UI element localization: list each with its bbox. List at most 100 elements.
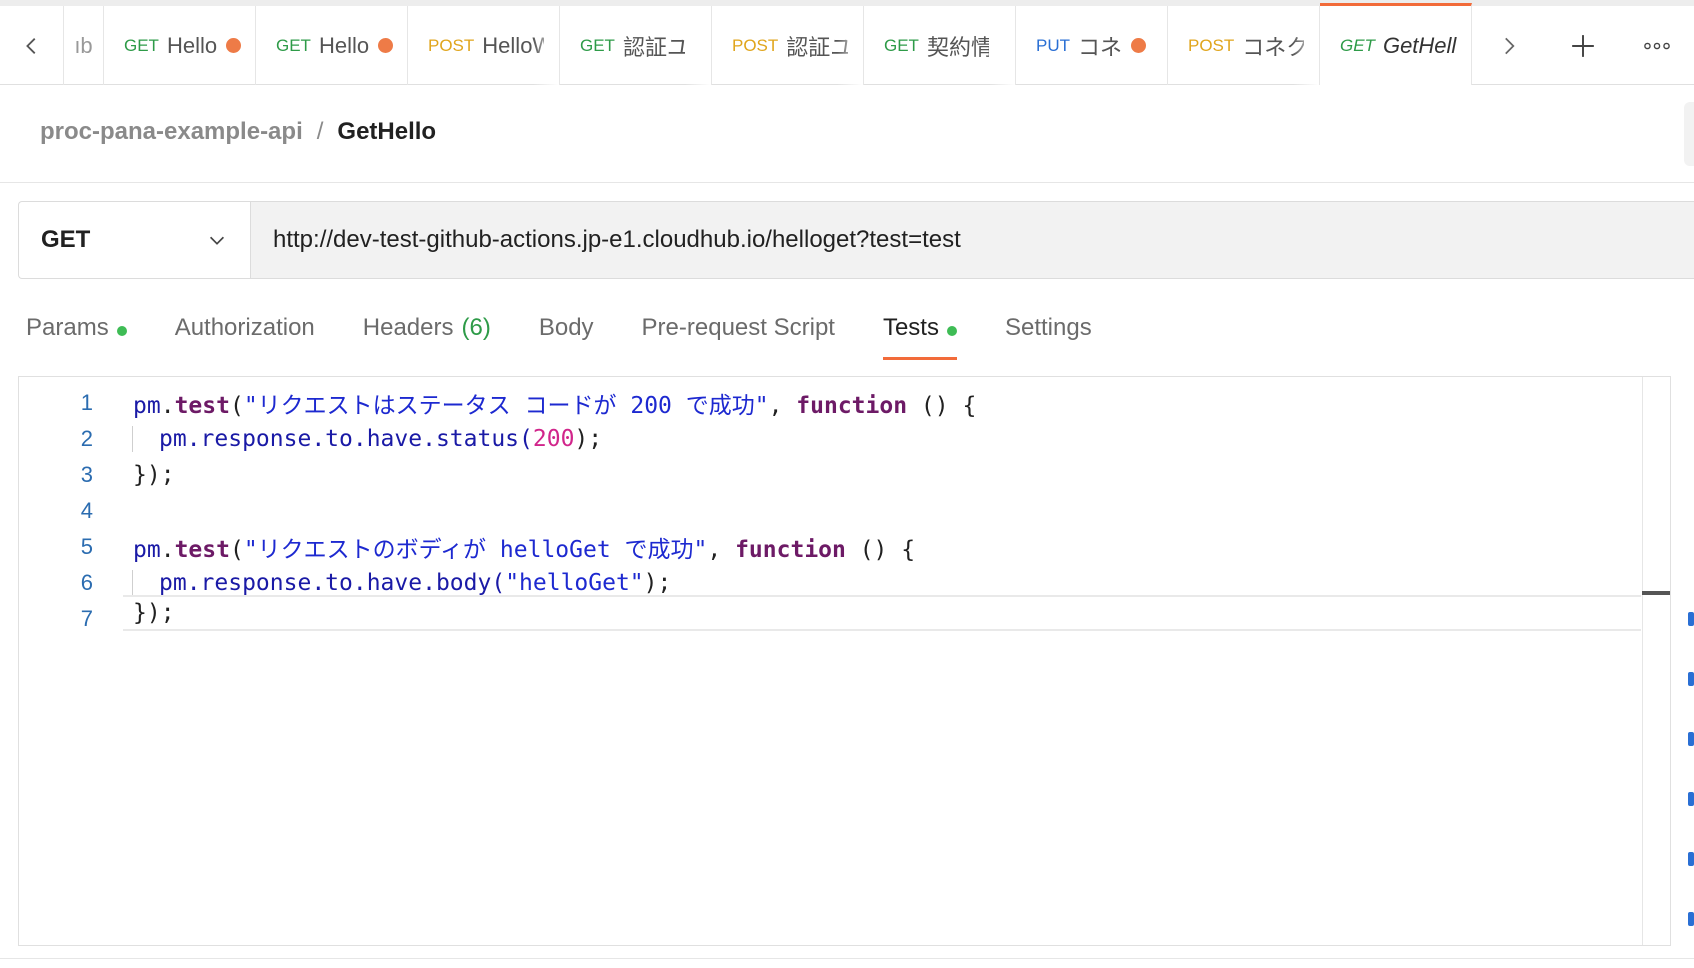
tab-method: GET	[1340, 35, 1375, 55]
code-line: 5 pm.test("リクエストのボディが helloGet で成功", fun…	[19, 529, 1639, 565]
line-number: 6	[80, 570, 93, 595]
token: pm.response.to.have.body(	[159, 570, 506, 596]
side-panel-edge	[1684, 102, 1694, 166]
request-tab[interactable]: POST HelloW	[408, 6, 560, 85]
url-value: http://dev-test-github-actions.jp-e1.clo…	[273, 226, 961, 253]
snippet-marker	[1688, 732, 1694, 746]
tab-fade	[533, 6, 559, 85]
tab-label: Headers	[362, 314, 454, 341]
tab-label: Tests	[882, 314, 939, 341]
request-tab[interactable]: POST 認証ユ	[712, 6, 864, 85]
token: 200	[532, 426, 575, 452]
line-number: 5	[80, 534, 93, 559]
token: ,	[768, 393, 797, 419]
token: "リクエストのボディが helloGet で成功"	[243, 537, 708, 563]
code-line: 3 });	[19, 457, 1639, 493]
tab-label: Params	[26, 314, 109, 341]
snippet-marker	[1688, 912, 1694, 926]
token: pm.response.to.have.status(	[159, 426, 533, 452]
tab-options-button[interactable]	[1620, 6, 1694, 85]
request-tab-active[interactable]: GET GetHello	[1320, 3, 1472, 85]
has-content-dot	[116, 326, 127, 336]
request-tab[interactable]: GET Hello	[256, 6, 408, 85]
request-tab-bar: ıb GET Hello GET Hello POST HelloW GET 認…	[0, 0, 1694, 85]
tab-settings[interactable]: Settings	[1005, 310, 1092, 360]
http-method-value: GET	[41, 226, 91, 253]
tab-headers[interactable]: Headers (6)	[363, 310, 491, 360]
line-number: 7	[80, 606, 93, 631]
tab-partial[interactable]: ıb	[64, 6, 104, 85]
tab-label: Body	[538, 314, 594, 341]
token: pm	[133, 537, 161, 563]
token: function	[796, 393, 908, 419]
breadcrumb-request-name[interactable]: GetHello	[337, 118, 436, 146]
code-line: 2 pm.response.to.have.status(200);	[19, 421, 1639, 457]
token: function	[735, 537, 846, 563]
tab-method: PUT	[1036, 35, 1070, 55]
tab-name: 契約情報	[926, 34, 989, 60]
minimap-viewport[interactable]	[1642, 591, 1670, 595]
open-tabs: ıb GET Hello GET Hello POST HelloW GET 認…	[64, 3, 1472, 85]
token: "helloGet"	[505, 570, 644, 596]
code-line: 4	[19, 493, 1639, 529]
tab-body[interactable]: Body	[539, 310, 594, 360]
tab-params[interactable]: Params	[26, 310, 127, 360]
new-tab-button[interactable]	[1546, 6, 1620, 85]
tab-method: GET	[276, 35, 311, 55]
tab-method: GET	[884, 35, 919, 55]
request-config-tabs: Params Authorization Headers (6) Body Pr…	[26, 310, 1140, 360]
unsaved-changes-dot	[1131, 38, 1147, 53]
token: .	[160, 393, 175, 419]
chevron-right-icon	[1505, 37, 1515, 54]
request-tab[interactable]: PUT コネ	[1016, 6, 1168, 85]
editor-minimap[interactable]	[1642, 377, 1670, 945]
code-text: });	[133, 462, 175, 488]
token: (	[229, 537, 244, 563]
unsaved-changes-dot	[226, 38, 242, 53]
tab-name: Hello	[318, 32, 370, 58]
snippet-marker	[1688, 792, 1694, 806]
tab-label: Settings	[1004, 314, 1092, 341]
tests-code-editor[interactable]: 1 pm.test("リクエストはステータス コードが 200 で成功", fu…	[18, 376, 1671, 946]
request-tab[interactable]: POST コネク	[1168, 6, 1320, 85]
token: .	[160, 537, 175, 563]
breadcrumb-separator: /	[316, 118, 324, 145]
footer-divider	[0, 958, 1694, 959]
request-tab[interactable]: GET 認証ユー	[560, 6, 712, 85]
line-number: 4	[80, 498, 93, 523]
code-text: pm.response.to.have.status(200);	[132, 426, 602, 452]
request-tab[interactable]: GET Hello	[104, 6, 256, 85]
tab-tests[interactable]: Tests	[882, 310, 957, 360]
code-text: pm.test("リクエストのボディが helloGet で成功", funct…	[133, 530, 915, 564]
scroll-tabs-right-button[interactable]	[1472, 6, 1546, 85]
tab-name: ıb	[74, 32, 93, 58]
token: );	[574, 426, 603, 452]
breadcrumb-collection[interactable]: proc-pana-example-api	[40, 118, 303, 146]
scroll-tabs-left-button[interactable]	[0, 6, 64, 85]
tab-fade	[685, 6, 711, 85]
tab-method: POST	[732, 35, 779, 55]
tab-pre-request-script[interactable]: Pre-request Script	[642, 310, 835, 360]
has-content-dot	[946, 326, 957, 336]
code-text: pm.test("リクエストはステータス コードが 200 で成功", func…	[133, 386, 976, 420]
tab-name: コネ	[1078, 34, 1123, 60]
line-number: 3	[80, 462, 93, 487]
tab-method: POST	[428, 35, 475, 55]
tab-fade	[1293, 6, 1319, 85]
snippet-marker	[1688, 672, 1694, 686]
url-input[interactable]: http://dev-test-github-actions.jp-e1.clo…	[250, 201, 1694, 279]
request-tab[interactable]: GET 契約情報	[864, 6, 1016, 85]
snippet-marker	[1688, 852, 1694, 866]
snippet-marker	[1688, 612, 1694, 626]
http-method-select[interactable]: GET	[18, 201, 250, 279]
line-number: 1	[80, 390, 93, 415]
tab-method: POST	[1188, 35, 1235, 55]
token: () {	[845, 537, 916, 563]
token: (	[229, 393, 244, 419]
token: "リクエストはステータス コードが 200 で成功"	[243, 393, 769, 419]
tab-method: GET	[124, 35, 159, 55]
token: pm	[133, 393, 161, 419]
chevron-down-icon	[209, 236, 225, 245]
tab-authorization[interactable]: Authorization	[175, 310, 315, 360]
header-divider	[0, 182, 1694, 183]
